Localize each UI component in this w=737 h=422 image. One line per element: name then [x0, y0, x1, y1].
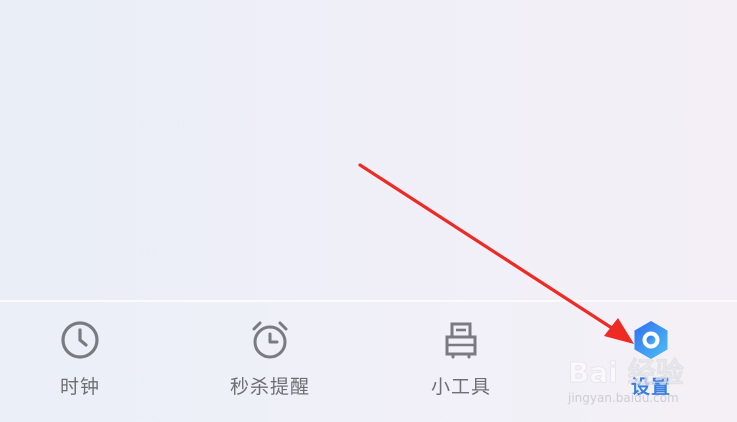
tools-icon: [439, 318, 483, 362]
bottom-tab-bar: 时钟 秒杀提醒 小工具 设置: [0, 300, 737, 422]
tab-clock-label: 时钟: [59, 376, 100, 398]
tab-flash-sale-reminder-label: 秒杀提醒: [229, 376, 310, 398]
tab-flash-sale-reminder[interactable]: 秒杀提醒: [195, 302, 345, 422]
alarm-clock-icon: [248, 318, 292, 362]
settings-hexagon-icon: [629, 318, 673, 362]
tab-clock[interactable]: 时钟: [5, 302, 155, 422]
tab-tools-label: 小工具: [430, 376, 491, 398]
tab-settings-label: 设置: [630, 376, 671, 398]
tab-settings[interactable]: 设置: [576, 302, 726, 422]
clock-icon: [58, 318, 102, 362]
main-content-area: [0, 0, 737, 300]
tab-tools[interactable]: 小工具: [386, 302, 536, 422]
